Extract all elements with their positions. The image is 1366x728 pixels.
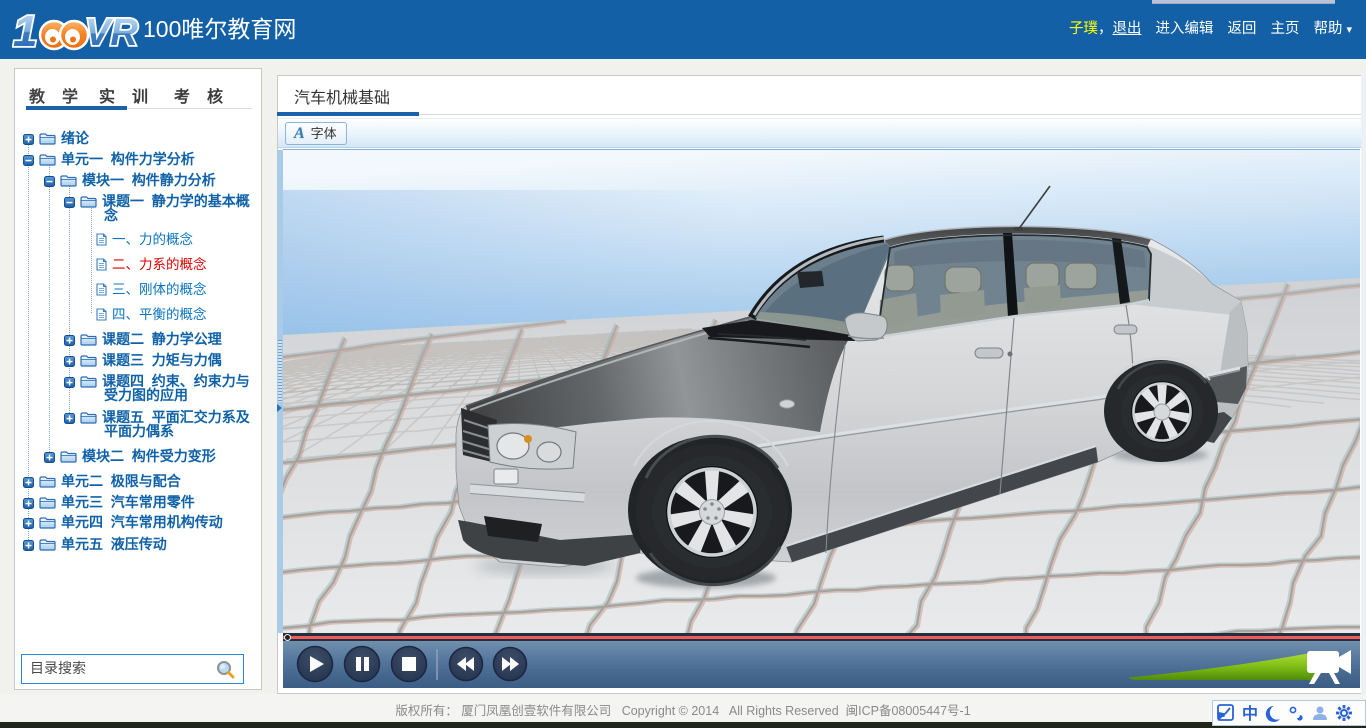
svg-text:中: 中 [1242, 704, 1258, 723]
svg-text:1: 1 [13, 7, 37, 53]
svg-text:VR: VR [85, 12, 138, 53]
